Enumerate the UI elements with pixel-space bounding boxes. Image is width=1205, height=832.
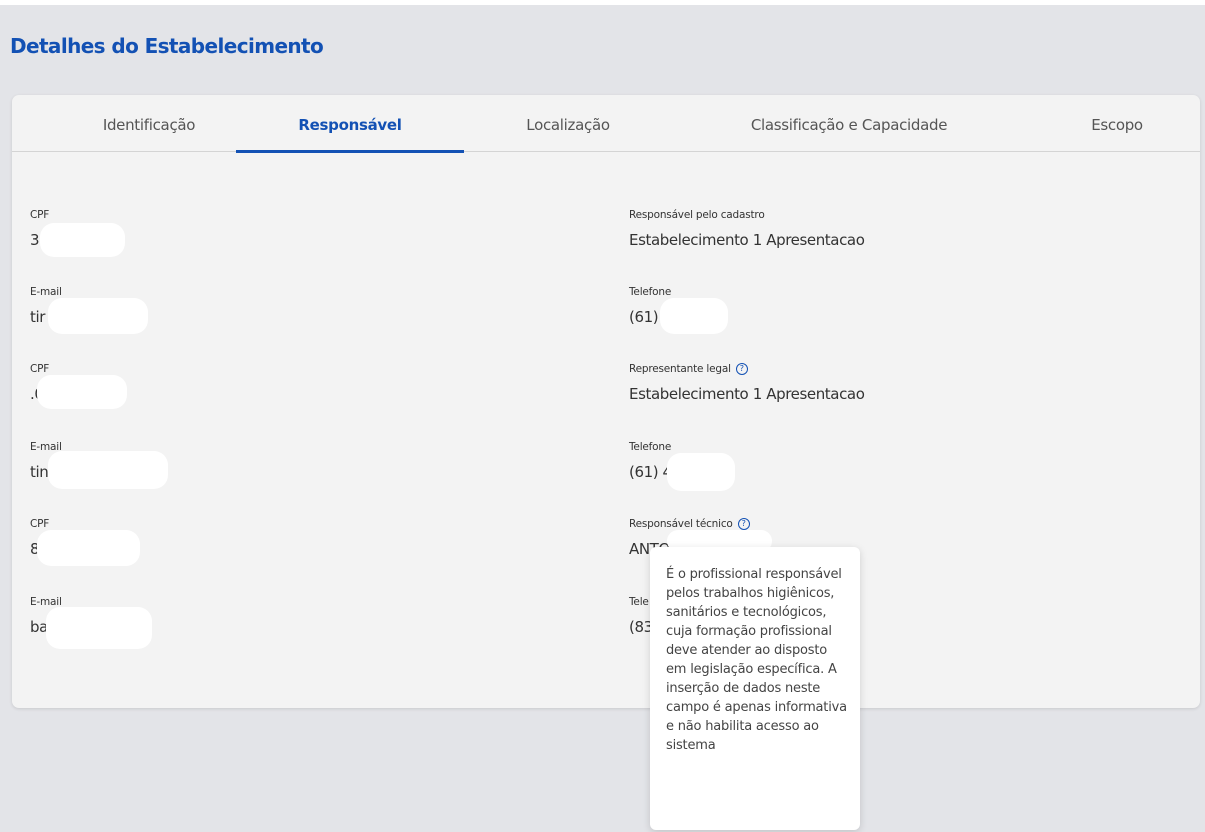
redaction-mask <box>48 451 168 489</box>
field-label: Telefone <box>629 441 672 453</box>
tab-classificacao-capacidade[interactable]: Classificação e Capacidade <box>709 95 989 151</box>
details-card: Identificação Responsável Localização Cl… <box>12 95 1200 708</box>
tab-bar: Identificação Responsável Localização Cl… <box>12 95 1200 153</box>
field-label: Responsável técnico? <box>629 517 762 531</box>
redaction-mask <box>48 298 148 334</box>
redaction-mask <box>46 607 152 649</box>
field-label-text: Responsável técnico <box>629 518 733 530</box>
field-label: CPF <box>30 209 50 221</box>
redaction-mask <box>37 530 140 566</box>
tab-localizacao[interactable]: Localização <box>488 95 648 151</box>
field-value: Estabelecimento 1 Apresentacao <box>629 385 865 403</box>
field-label: E-mail <box>30 286 62 298</box>
field-value: Estabelecimento 1 Apresentacao <box>629 231 865 249</box>
field-label: CPF <box>30 518 50 530</box>
top-strip <box>0 0 1205 5</box>
field-label: Telefone <box>629 286 672 298</box>
redaction-mask <box>37 375 127 409</box>
field-responsavel-cadastro: Responsável pelo cadastro Estabeleciment… <box>629 208 865 250</box>
tab-responsavel[interactable]: Responsável <box>236 95 464 153</box>
field-label-text: Representante legal <box>629 363 731 375</box>
field-representante-legal: Representante legal? Estabelecimento 1 A… <box>629 362 865 404</box>
tab-identificacao[interactable]: Identificação <box>49 95 249 151</box>
field-label: CPF <box>30 363 50 375</box>
question-circle-icon[interactable]: ? <box>737 518 750 530</box>
redaction-mask <box>667 453 735 491</box>
redaction-mask <box>660 298 728 334</box>
page-title: Detalhes do Estabelecimento <box>10 34 324 58</box>
help-tooltip: É o profissional responsável pelos traba… <box>650 547 860 830</box>
question-circle-icon[interactable]: ? <box>735 363 748 375</box>
field-label: Responsável pelo cadastro <box>629 209 765 221</box>
tab-escopo[interactable]: Escopo <box>1042 95 1192 151</box>
redaction-mask <box>40 223 125 257</box>
field-label: Representante legal? <box>629 362 865 376</box>
